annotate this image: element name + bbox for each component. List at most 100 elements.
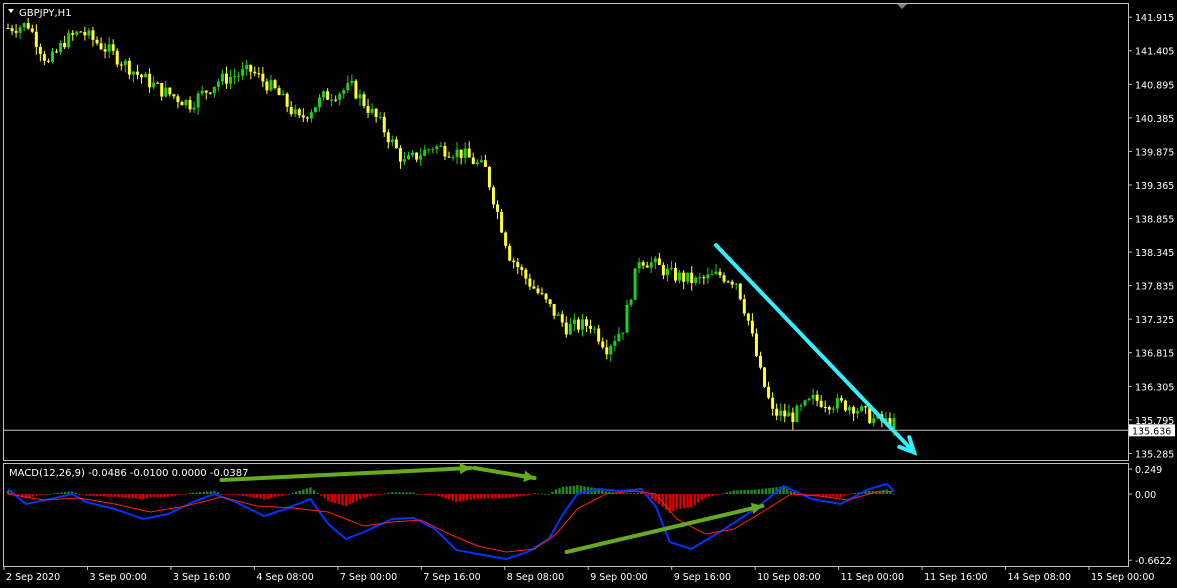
osma-bar	[437, 494, 440, 497]
osma-bar	[465, 494, 469, 501]
osma-bar	[842, 494, 846, 496]
candle-body	[419, 155, 423, 160]
osma-bar	[113, 494, 116, 497]
candle-body	[649, 262, 653, 268]
osma-bar	[234, 494, 237, 495]
candle-body	[491, 187, 495, 205]
candle-body	[382, 116, 386, 133]
osma-bar	[312, 490, 316, 494]
osma-bar	[483, 494, 487, 499]
osma-bar	[248, 494, 252, 497]
osma-bar	[359, 494, 362, 500]
osma-bar	[156, 494, 159, 498]
osma-bar	[270, 494, 273, 499]
candle-body	[237, 75, 241, 77]
osma-bar	[223, 494, 227, 495]
candle-body	[439, 146, 443, 148]
candle-body	[568, 323, 572, 335]
candle-body	[657, 258, 661, 265]
candle-body	[576, 319, 580, 330]
osma-bar	[327, 494, 330, 502]
osma-bar	[341, 494, 344, 506]
candle-body	[253, 71, 257, 74]
candle-body	[669, 267, 673, 269]
candle-body	[690, 272, 694, 283]
candle-body	[520, 267, 524, 270]
candle-body	[775, 408, 779, 416]
osma-bar	[551, 491, 554, 494]
candle-body	[500, 211, 504, 233]
price-tick-label: 140.895	[1135, 80, 1174, 91]
osma-bar	[746, 489, 750, 494]
osma-bar	[515, 494, 519, 497]
candle-body	[431, 149, 435, 151]
osma-bar	[380, 494, 383, 495]
candle-body	[75, 31, 79, 35]
candle-body	[528, 278, 532, 287]
osma-bar	[131, 494, 134, 499]
candle-body	[455, 149, 459, 158]
osma-bar	[383, 493, 387, 495]
osma-bar	[298, 490, 301, 494]
osma-bar	[373, 494, 376, 496]
osma-bar	[693, 494, 696, 506]
candle-body	[750, 320, 754, 334]
osma-bar	[284, 494, 287, 495]
candle-body	[540, 292, 544, 294]
osma-bar	[497, 494, 501, 499]
candle-body	[718, 271, 722, 276]
osma-bar	[348, 494, 351, 505]
candle-body	[265, 81, 269, 91]
candle-body	[508, 245, 512, 261]
osma-bar	[725, 492, 728, 494]
candle-body	[512, 260, 516, 263]
candle-body	[131, 71, 135, 75]
candle-body	[330, 99, 334, 101]
candle-body	[99, 43, 103, 50]
candle-body	[160, 83, 164, 97]
candle-body	[176, 96, 180, 102]
candle-body	[593, 328, 597, 330]
candle-body	[322, 91, 326, 98]
osma-bar	[846, 494, 849, 495]
osma-bar	[472, 494, 476, 500]
candle-body	[378, 116, 382, 118]
candle-body	[637, 262, 641, 269]
candle-body	[289, 106, 293, 115]
candle-body	[370, 108, 374, 113]
osma-bar	[462, 494, 465, 501]
candle-body	[305, 117, 309, 119]
candle-body	[856, 411, 860, 414]
candle-body	[26, 23, 30, 29]
osma-bar	[757, 489, 760, 494]
candle-body	[115, 50, 119, 65]
candle-body	[544, 293, 548, 300]
osma-bar	[195, 492, 198, 494]
candle-body	[180, 101, 184, 106]
candle-body	[791, 412, 795, 423]
candle-body	[273, 80, 277, 88]
candle-body	[860, 406, 864, 412]
candle-body	[135, 71, 139, 75]
candle-body	[601, 341, 605, 348]
candle-body	[714, 271, 718, 275]
candle-body	[111, 44, 115, 51]
candle-body	[665, 268, 669, 276]
time-tick-label: 9 Sep 16:00	[674, 572, 731, 583]
osma-bar	[832, 494, 835, 497]
osma-bar	[618, 493, 622, 494]
osma-bar	[85, 494, 88, 496]
trading-chart[interactable]: 141.915 141.405 140.895 140.385 139.875 139.3…	[0, 0, 1177, 588]
osma-bar	[159, 494, 163, 498]
candle-body	[59, 42, 63, 53]
candle-body	[245, 64, 249, 70]
candle-body	[285, 93, 289, 107]
candle-body	[30, 28, 34, 32]
osma-bar	[398, 492, 401, 494]
osma-bar	[31, 494, 35, 497]
osma-bar	[49, 493, 52, 495]
osma-bar	[191, 492, 195, 494]
osma-bar	[889, 491, 892, 494]
osma-bar	[63, 492, 67, 494]
price-tick-label: 136.815	[1135, 349, 1174, 360]
